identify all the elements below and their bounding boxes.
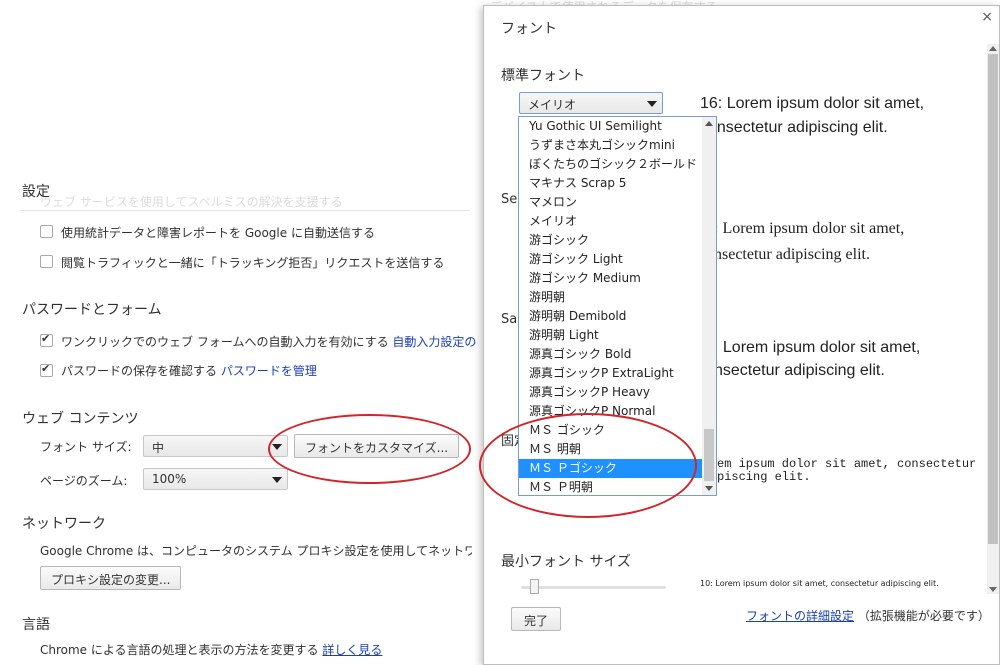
done-button[interactable]: 完了	[511, 607, 562, 631]
font-size-value: 中	[152, 441, 165, 455]
scrollbar-thumb[interactable]	[988, 54, 998, 544]
font-option[interactable]: 游明朝 Light	[519, 326, 716, 345]
advanced-note: （拡張機能が必要です）	[857, 609, 990, 623]
min-font-sample: 10: Lorem ipsum dolor sit amet, consecte…	[700, 579, 939, 588]
standard-font-value: メイリオ	[528, 98, 577, 112]
manage-passwords-link[interactable]: パスワードを管理	[221, 364, 317, 378]
font-option[interactable]: 游明朝 Demibold	[519, 307, 716, 326]
standard-font-select[interactable]: メイリオ	[519, 92, 663, 114]
min-font-slider-thumb[interactable]	[529, 579, 539, 594]
font-option[interactable]: 游ゴシック Light	[519, 250, 716, 269]
faint-text: ウェブ サービスを使用してスペルミスの解決を支援する	[40, 195, 343, 209]
fixed-font-sample-line2: piscing elit.	[717, 470, 811, 484]
passwords-section-title: パスワードとフォーム	[22, 302, 162, 318]
autofill-label: ワンクリックでのウェブ フォームへの自動入力を有効にする 自動入力設定の	[61, 335, 477, 349]
scroll-down-icon[interactable]	[989, 587, 997, 592]
scroll-down-icon[interactable]	[705, 486, 713, 491]
proxy-settings-button[interactable]: プロキシ設定の変更...	[40, 566, 182, 590]
standard-font-sample: 16: Lorem ipsum dolor sit amet, consecte…	[700, 95, 925, 136]
save-password-label: パスワードの保存を確認する パスワードを管理	[61, 364, 317, 378]
privacy-section-title: 設定	[22, 184, 50, 200]
font-option[interactable]: うずまさ本丸ゴシックmini	[519, 136, 716, 155]
standard-font-title: 標準フォント	[501, 68, 585, 84]
annotation-ellipse	[479, 413, 697, 518]
font-option[interactable]: メイリオ	[519, 212, 716, 231]
font-option[interactable]: マメロン	[519, 193, 716, 212]
page-zoom-select[interactable]: 100%	[143, 468, 288, 490]
language-description: Chrome による言語の処理と表示の方法を変更する 詳しく見る	[40, 643, 383, 657]
language-section-title: 言語	[22, 617, 50, 633]
close-icon[interactable]: ×	[981, 9, 993, 25]
font-option[interactable]: 源真ゴシック Bold	[519, 345, 716, 364]
autofill-settings-link[interactable]: 自動入力設定の	[392, 335, 476, 349]
min-font-slider-track[interactable]	[521, 579, 666, 594]
divider	[20, 210, 470, 211]
scrollbar-thumb[interactable]	[704, 429, 714, 481]
font-option[interactable]: 游明朝	[519, 288, 716, 307]
do-not-track-checkbox[interactable]	[40, 255, 53, 268]
font-option[interactable]: 游ゴシック	[519, 231, 716, 250]
advanced-font-settings-link[interactable]: フォントの詳細設定	[746, 609, 854, 623]
dialog-title: フォント	[501, 21, 557, 37]
font-option[interactable]: Yu Gothic UI Semilight	[519, 117, 716, 136]
sans-font-sample-line1: : Lorem ipsum dolor sit amet,	[714, 339, 921, 356]
font-option[interactable]: 源真ゴシックP ExtraLight	[519, 364, 716, 383]
font-size-select[interactable]: 中	[143, 435, 288, 457]
chevron-down-icon	[647, 101, 657, 107]
dialog-scrollbar[interactable]	[987, 44, 999, 594]
learn-more-link[interactable]: 詳しく見る	[322, 643, 382, 657]
serif-font-sample-line2: nsectetur adipiscing elit.	[714, 246, 870, 263]
fixed-font-sample-line1: em ipsum dolor sit amet, consectetur	[717, 457, 977, 471]
font-option[interactable]: 游ゴシック Medium	[519, 269, 716, 288]
font-option[interactable]: 源真ゴシックP Heavy	[519, 383, 716, 402]
dropdown-scrollbar[interactable]	[702, 117, 716, 495]
web-content-section-title: ウェブ コンテンツ	[22, 411, 139, 427]
usage-stats-label: 使用統計データと障害レポートを Google に自動送信する	[61, 226, 375, 240]
network-description: Google Chrome は、コンピュータのシステム プロキシ設定を使用してネ…	[40, 544, 472, 558]
network-section-title: ネットワーク	[22, 516, 106, 532]
save-password-checkbox[interactable]	[40, 362, 53, 377]
do-not-track-label: 閲覧トラフィックと一緒に「トラッキング拒否」リクエストを送信する	[61, 256, 445, 270]
scroll-up-icon[interactable]	[989, 46, 997, 51]
annotation-ellipse	[268, 414, 471, 484]
page-zoom-value: 100%	[152, 472, 187, 486]
advanced-settings: フォントの詳細設定 （拡張機能が必要です）	[746, 607, 990, 624]
scroll-up-icon[interactable]	[705, 121, 713, 126]
font-option[interactable]: マキナス Scrap 5	[519, 174, 716, 193]
min-font-title: 最小フォント サイズ	[501, 554, 632, 570]
page-zoom-label: ページのズーム:	[40, 474, 128, 488]
sans-font-sample-line2: nsectetur adipiscing elit.	[714, 362, 885, 379]
font-size-label: フォント サイズ:	[40, 440, 132, 454]
serif-font-sample-line1: : Lorem ipsum dolor sit amet,	[714, 220, 905, 237]
font-option[interactable]: ぼくたちのゴシック２ボールド	[519, 155, 716, 174]
chevron-down-icon	[272, 477, 282, 483]
autofill-checkbox[interactable]	[40, 332, 53, 347]
usage-stats-checkbox[interactable]	[40, 225, 53, 238]
